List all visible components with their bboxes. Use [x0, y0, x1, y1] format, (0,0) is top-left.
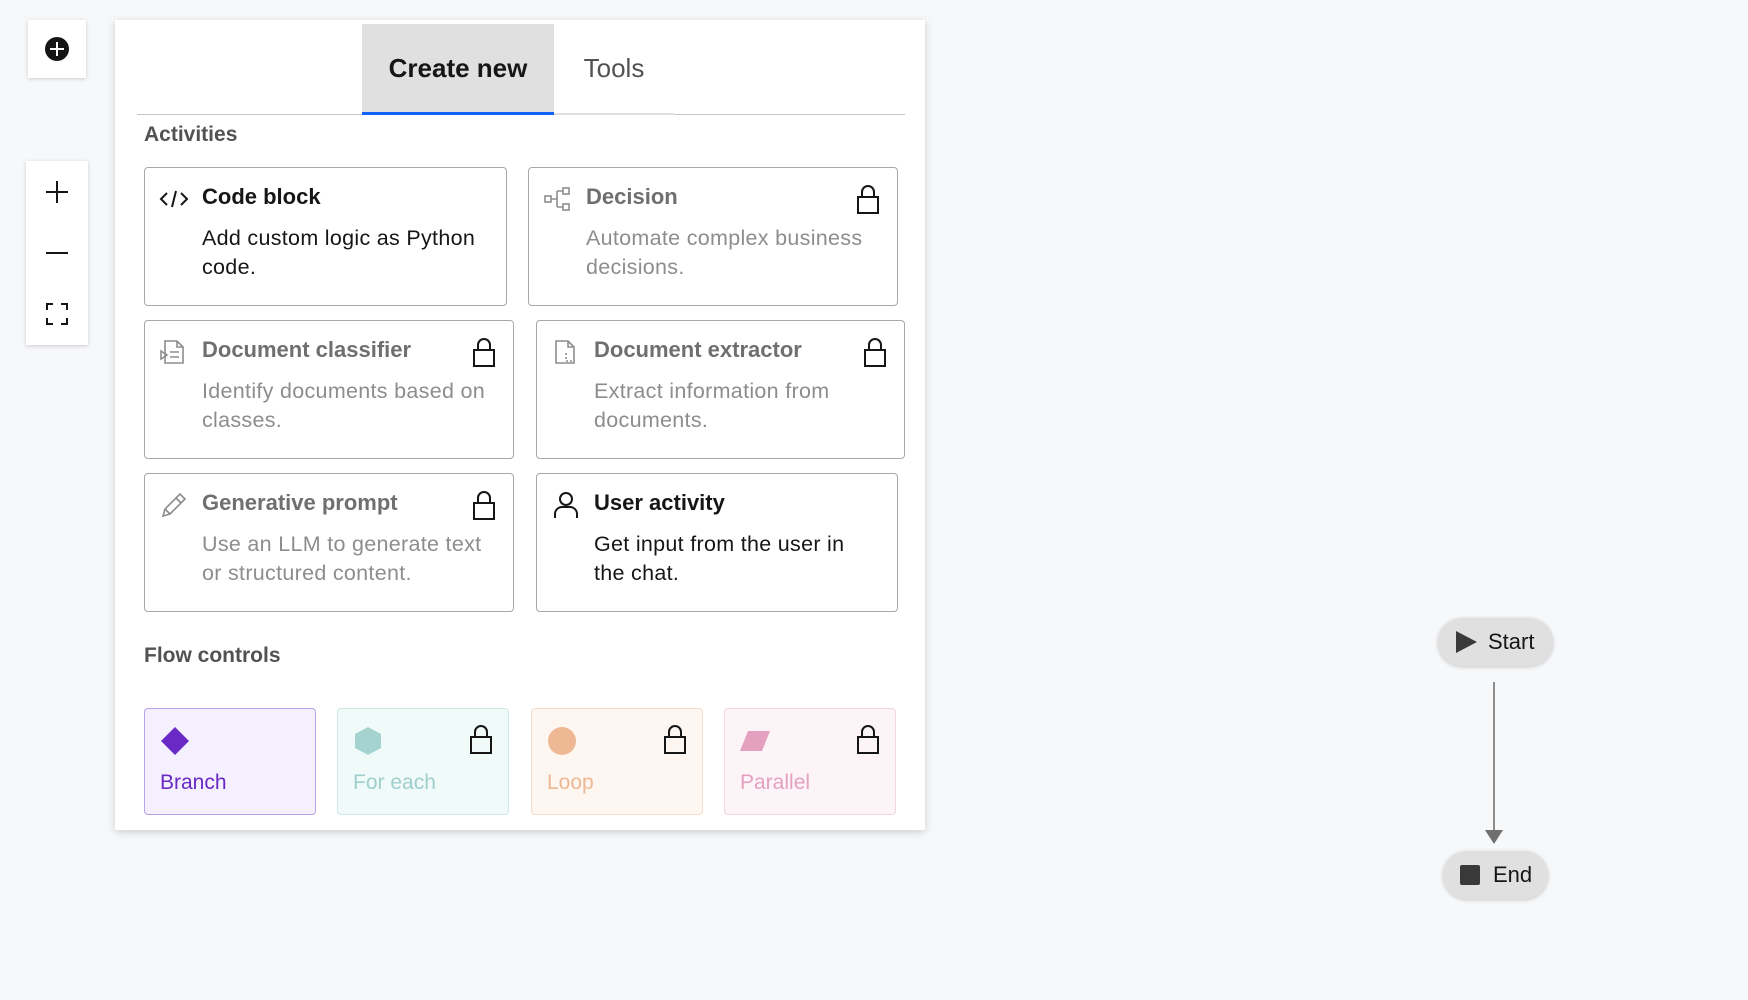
card-title: Generative prompt: [202, 490, 398, 515]
flow-control-branch[interactable]: Branch: [144, 708, 316, 815]
card-title: Code block: [202, 184, 321, 209]
card-title: Decision: [586, 184, 678, 209]
zoom-controls: [26, 161, 88, 345]
card-description: Automate complex business decisions.: [586, 226, 863, 279]
flow-control-for-each[interactable]: For each: [337, 708, 509, 815]
add-circle-icon: [45, 37, 69, 61]
activity-card-decision[interactable]: Decision Automate complex business decis…: [528, 167, 898, 306]
flow-edge: [1493, 682, 1495, 830]
stop-icon: [1460, 865, 1480, 885]
document-classifier-icon: [160, 340, 184, 364]
decision-tree-icon: [544, 187, 570, 211]
fit-to-screen-button[interactable]: [26, 284, 88, 345]
minus-icon: [46, 251, 68, 254]
lock-icon: [857, 185, 879, 214]
activity-card-document-extractor[interactable]: Document extractor Extract information f…: [536, 320, 905, 459]
lock-icon: [664, 725, 686, 754]
play-icon: [1456, 631, 1477, 653]
add-node-button[interactable]: [28, 20, 86, 78]
activity-card-user-activity[interactable]: User activity Get input from the user in…: [536, 473, 898, 612]
card-description: Extract information from documents.: [594, 379, 830, 432]
lock-icon: [857, 725, 879, 754]
lock-icon: [864, 338, 886, 367]
create-panel: Create new Tools Activities Code block A…: [115, 20, 925, 830]
card-description: Get input from the user in the chat.: [594, 532, 845, 585]
end-node-label: End: [1493, 862, 1533, 887]
card-description: Identify documents based on classes.: [202, 379, 486, 432]
activity-card-generative-prompt[interactable]: Generative prompt Use an LLM to generate…: [144, 473, 514, 612]
lock-icon: [473, 491, 495, 520]
flow-control-label: Parallel: [740, 771, 811, 794]
document-extractor-icon: [555, 340, 575, 364]
card-description: Add custom logic as Python code.: [202, 226, 476, 279]
flow-controls-heading: Flow controls: [144, 644, 281, 667]
tab-create-new[interactable]: Create new: [362, 24, 554, 115]
card-title: Document classifier: [202, 337, 412, 362]
card-title: Document extractor: [594, 337, 802, 362]
circle-icon: [548, 727, 576, 755]
start-node[interactable]: Start: [1438, 618, 1553, 666]
lock-icon: [470, 725, 492, 754]
end-node[interactable]: End: [1443, 851, 1548, 899]
arrowhead-icon: [1485, 830, 1503, 844]
lock-icon: [473, 338, 495, 367]
flow-control-loop[interactable]: Loop: [531, 708, 703, 815]
code-icon: [159, 190, 189, 208]
diamond-icon: [161, 727, 189, 755]
zoom-out-button[interactable]: [26, 222, 88, 283]
plus-icon: [46, 180, 68, 203]
flow-control-label: Loop: [547, 771, 594, 794]
flow-control-label: For each: [353, 771, 436, 794]
pencil-icon: [161, 492, 187, 518]
start-node-label: Start: [1488, 629, 1535, 654]
flow-control-label: Branch: [160, 771, 227, 794]
card-description: Use an LLM to generate text or structure…: [202, 532, 482, 585]
fit-screen-icon: [46, 303, 68, 326]
activity-card-code-block[interactable]: Code block Add custom logic as Python co…: [144, 167, 507, 306]
activities-heading: Activities: [144, 123, 238, 146]
user-icon: [554, 492, 578, 518]
card-title: User activity: [594, 490, 725, 515]
parallelogram-icon: [740, 731, 770, 751]
activity-card-document-classifier[interactable]: Document classifier Identify documents b…: [144, 320, 514, 459]
tab-tools[interactable]: Tools: [554, 24, 674, 115]
panel-tabs: Create new Tools: [137, 24, 905, 115]
hexagon-icon: [355, 727, 381, 755]
zoom-in-button[interactable]: [26, 161, 88, 222]
flow-control-parallel[interactable]: Parallel: [724, 708, 896, 815]
